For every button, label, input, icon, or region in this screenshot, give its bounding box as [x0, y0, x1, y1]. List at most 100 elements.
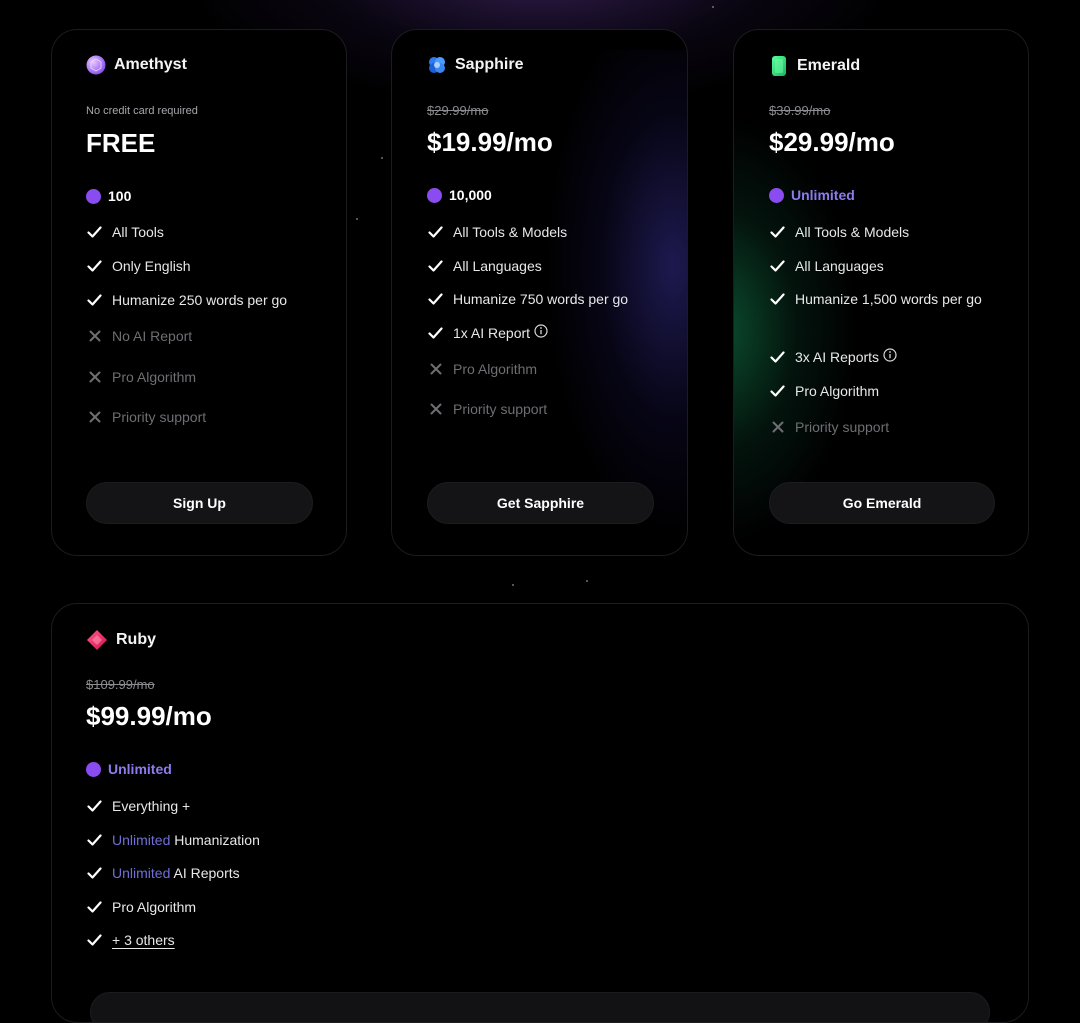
plan-price: $99.99/mo — [86, 701, 212, 731]
feature-item: Pro Algorithm — [86, 894, 196, 920]
feature-text: 3x AI Reports — [795, 349, 880, 365]
feature-text: Humanize 750 words per go — [453, 291, 629, 307]
feature-accent-text: Unlimited — [112, 865, 171, 881]
check-icon — [427, 253, 444, 279]
plan-card-amethyst: Amethyst No credit card required FREE 10… — [51, 29, 347, 556]
feature-list: All Tools & Models All Languages Humaniz… — [427, 219, 677, 449]
star — [356, 218, 358, 220]
feature-text: All Tools & Models — [453, 224, 568, 240]
check-icon — [86, 860, 103, 886]
feature-text-wrap: 1x AI Report — [453, 320, 548, 347]
credits-amount: Unlimited — [791, 187, 855, 203]
x-icon — [86, 323, 103, 349]
plan-name: Emerald — [797, 57, 861, 74]
credits: Unlimited — [86, 761, 172, 777]
feature-text: Pro Algorithm — [795, 383, 880, 399]
feature-item: Humanize 750 words per go — [427, 286, 628, 312]
plan-price: $19.99/mo — [427, 127, 553, 157]
feature-list: All Tools Only English Humanize 250 word… — [86, 219, 336, 449]
emerald-gem-icon — [769, 55, 789, 77]
info-icon[interactable] — [534, 320, 548, 346]
x-icon — [427, 356, 444, 382]
check-icon — [86, 793, 103, 819]
credits: 10,000 — [427, 187, 492, 203]
credit-coin-icon — [769, 187, 784, 203]
feature-item: No AI Report — [86, 323, 192, 349]
feature-text-wrap: Unlimited AI Reports — [112, 860, 240, 886]
x-icon — [86, 364, 103, 390]
x-icon — [769, 414, 786, 440]
feature-text: All Tools — [112, 224, 164, 240]
sign-up-button[interactable]: Sign Up — [86, 482, 313, 524]
feature-list: Everything + Unlimited Humanization Unli… — [86, 793, 386, 963]
ruby-cta-button[interactable] — [90, 992, 990, 1022]
plan-header: Amethyst — [86, 55, 187, 75]
feature-text: Humanize 250 words per go — [112, 292, 288, 308]
feature-item: All Tools & Models — [769, 219, 909, 245]
check-icon — [769, 344, 786, 370]
feature-item: Humanize 1,500 words per go — [769, 286, 984, 312]
plan-price: $29.99/mo — [769, 127, 895, 157]
plan-name: Sapphire — [455, 56, 524, 73]
check-icon — [769, 378, 786, 404]
info-icon[interactable] — [883, 344, 897, 370]
check-icon — [86, 927, 103, 953]
feature-item: Priority support — [769, 414, 889, 440]
credits-amount: 10,000 — [449, 187, 492, 203]
feature-text-wrap: 3x AI Reports — [795, 344, 897, 371]
check-icon — [86, 894, 103, 920]
check-icon — [86, 287, 103, 313]
x-icon — [427, 396, 444, 422]
feature-text: AI Reports — [170, 865, 240, 881]
check-icon — [427, 286, 444, 312]
feature-item: Priority support — [427, 396, 547, 422]
plan-card-ruby: Ruby $109.99/mo $99.99/mo Unlimited Ever… — [51, 603, 1029, 1023]
feature-text: Pro Algorithm — [112, 899, 197, 915]
feature-text: 1x AI Report — [453, 325, 531, 341]
feature-item: Pro Algorithm — [769, 378, 879, 404]
feature-text: Priority support — [112, 409, 207, 425]
feature-text-wrap: Unlimited Humanization — [112, 827, 260, 853]
feature-text: Humanization — [170, 832, 260, 848]
feature-text: Only English — [112, 258, 191, 274]
feature-item: All Tools — [86, 219, 164, 245]
plan-card-emerald: Emerald $39.99/mo $29.99/mo Unlimited Al… — [733, 29, 1029, 556]
feature-text: Pro Algorithm — [453, 361, 538, 377]
feature-text: Humanize 1,500 words per go — [795, 291, 982, 307]
plan-name: Ruby — [116, 631, 156, 648]
feature-text: All Languages — [795, 258, 884, 274]
amethyst-gem-icon — [86, 55, 106, 75]
credit-coin-icon — [86, 188, 101, 204]
feature-item: Everything + — [86, 793, 190, 819]
star — [381, 157, 383, 159]
get-sapphire-button[interactable]: Get Sapphire — [427, 482, 654, 524]
check-icon — [769, 253, 786, 279]
feature-item: Pro Algorithm — [86, 364, 196, 390]
check-icon — [769, 286, 786, 312]
feature-item: Priority support — [86, 404, 206, 430]
feature-list: All Tools & Models All Languages Humaniz… — [769, 219, 999, 469]
sapphire-gem-icon — [427, 55, 447, 75]
star — [512, 584, 514, 586]
feature-item: Only English — [86, 253, 191, 279]
check-icon — [86, 827, 103, 853]
plan-price: FREE — [86, 128, 156, 158]
more-features-link[interactable]: + 3 others — [112, 927, 175, 953]
feature-item: Unlimited AI Reports — [86, 860, 240, 886]
feature-item: All Languages — [769, 253, 884, 279]
original-price: $39.99/mo — [769, 103, 831, 118]
feature-accent-text: Unlimited — [112, 832, 171, 848]
credit-coin-icon — [86, 761, 101, 777]
feature-item: Unlimited Humanization — [86, 827, 260, 853]
feature-item: All Languages — [427, 253, 542, 279]
credits: 100 — [86, 188, 131, 204]
feature-text: Pro Algorithm — [112, 369, 197, 385]
credits: Unlimited — [769, 187, 855, 203]
go-emerald-button[interactable]: Go Emerald — [769, 482, 995, 524]
star — [586, 580, 588, 582]
feature-text: Priority support — [453, 401, 548, 417]
plan-name: Amethyst — [114, 56, 187, 73]
plan-note: No credit card required — [86, 105, 198, 117]
original-price: $29.99/mo — [427, 103, 489, 118]
feature-text: Everything + — [112, 798, 191, 814]
